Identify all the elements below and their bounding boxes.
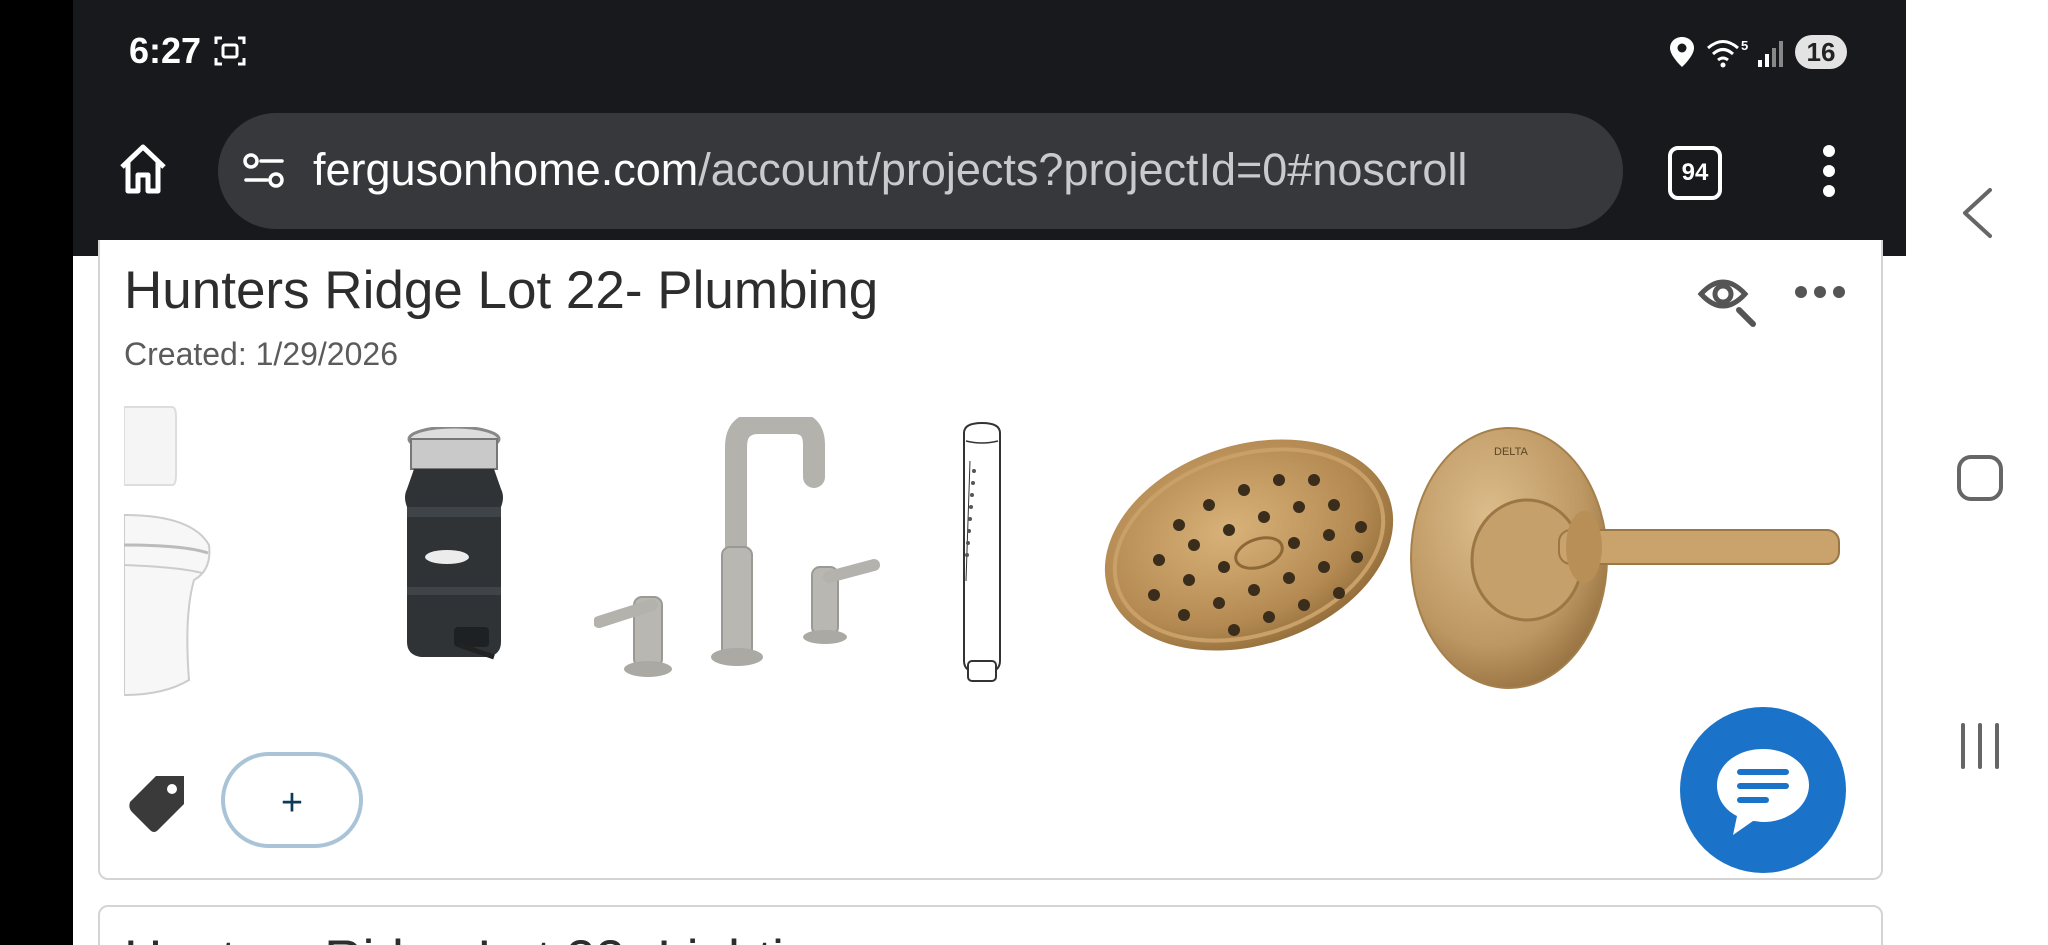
chat-button[interactable] — [1680, 707, 1846, 873]
project-title[interactable]: Hunters Ridge Lot 22- Plumbing — [124, 260, 878, 321]
url-text: fergusonhome.com/account/projects?projec… — [313, 144, 1467, 196]
shower-head-image[interactable] — [1099, 435, 1399, 655]
hand-shower-image[interactable] — [944, 421, 1024, 686]
wifi-icon: 5 — [1707, 38, 1748, 68]
toilet-image[interactable] — [124, 405, 214, 705]
browser-toolbar: fergusonhome.com/account/projects?projec… — [73, 108, 1906, 256]
garbage-disposal-image[interactable] — [389, 427, 519, 672]
tag-icon — [129, 776, 184, 832]
next-project-title[interactable]: Hunters Ridge Lot 22- Lighting — [124, 929, 843, 945]
screenshot-icon — [214, 36, 246, 66]
add-tag-button[interactable]: + — [221, 752, 363, 848]
tab-switcher-button[interactable]: 94 — [1668, 146, 1722, 200]
more-menu-icon[interactable] — [1818, 144, 1840, 198]
url-path: /account/projects?projectId=0#noscroll — [698, 144, 1468, 195]
status-bar: 6:27 5 16 — [73, 0, 1906, 108]
next-project-card: Hunters Ridge Lot 22- Lighting — [98, 905, 1883, 945]
back-icon[interactable] — [1960, 187, 1994, 239]
phone-screen: 6:27 5 16 fergusonhome.com/account/proje… — [73, 0, 1906, 945]
system-nav-bar — [1906, 0, 2048, 945]
svg-text:5: 5 — [1741, 38, 1748, 53]
widespread-faucet-image[interactable] — [594, 417, 884, 687]
address-bar[interactable]: fergusonhome.com/account/projects?projec… — [218, 113, 1623, 229]
home-icon[interactable] — [117, 143, 169, 195]
battery-level: 16 — [1795, 35, 1847, 69]
chat-icon — [1717, 749, 1809, 835]
url-domain: fergusonhome.com — [313, 144, 699, 195]
home-nav-icon[interactable] — [1956, 454, 2004, 502]
location-icon — [1670, 37, 1694, 67]
card-options-icon[interactable] — [1794, 284, 1846, 300]
product-gallery[interactable]: DELTA — [124, 405, 1854, 705]
signal-icon — [1758, 41, 1783, 67]
shower-valve-trim-image[interactable]: DELTA — [1409, 420, 1854, 695]
view-project-icon[interactable] — [1697, 268, 1759, 330]
project-card: Hunters Ridge Lot 22- Plumbing Created: … — [98, 240, 1883, 880]
project-created-date: Created: 1/29/2026 — [124, 336, 398, 372]
status-time: 6:27 — [129, 30, 202, 71]
svg-text:DELTA: DELTA — [1494, 446, 1528, 458]
recents-icon[interactable] — [1958, 722, 2002, 770]
site-settings-icon[interactable] — [242, 151, 286, 191]
